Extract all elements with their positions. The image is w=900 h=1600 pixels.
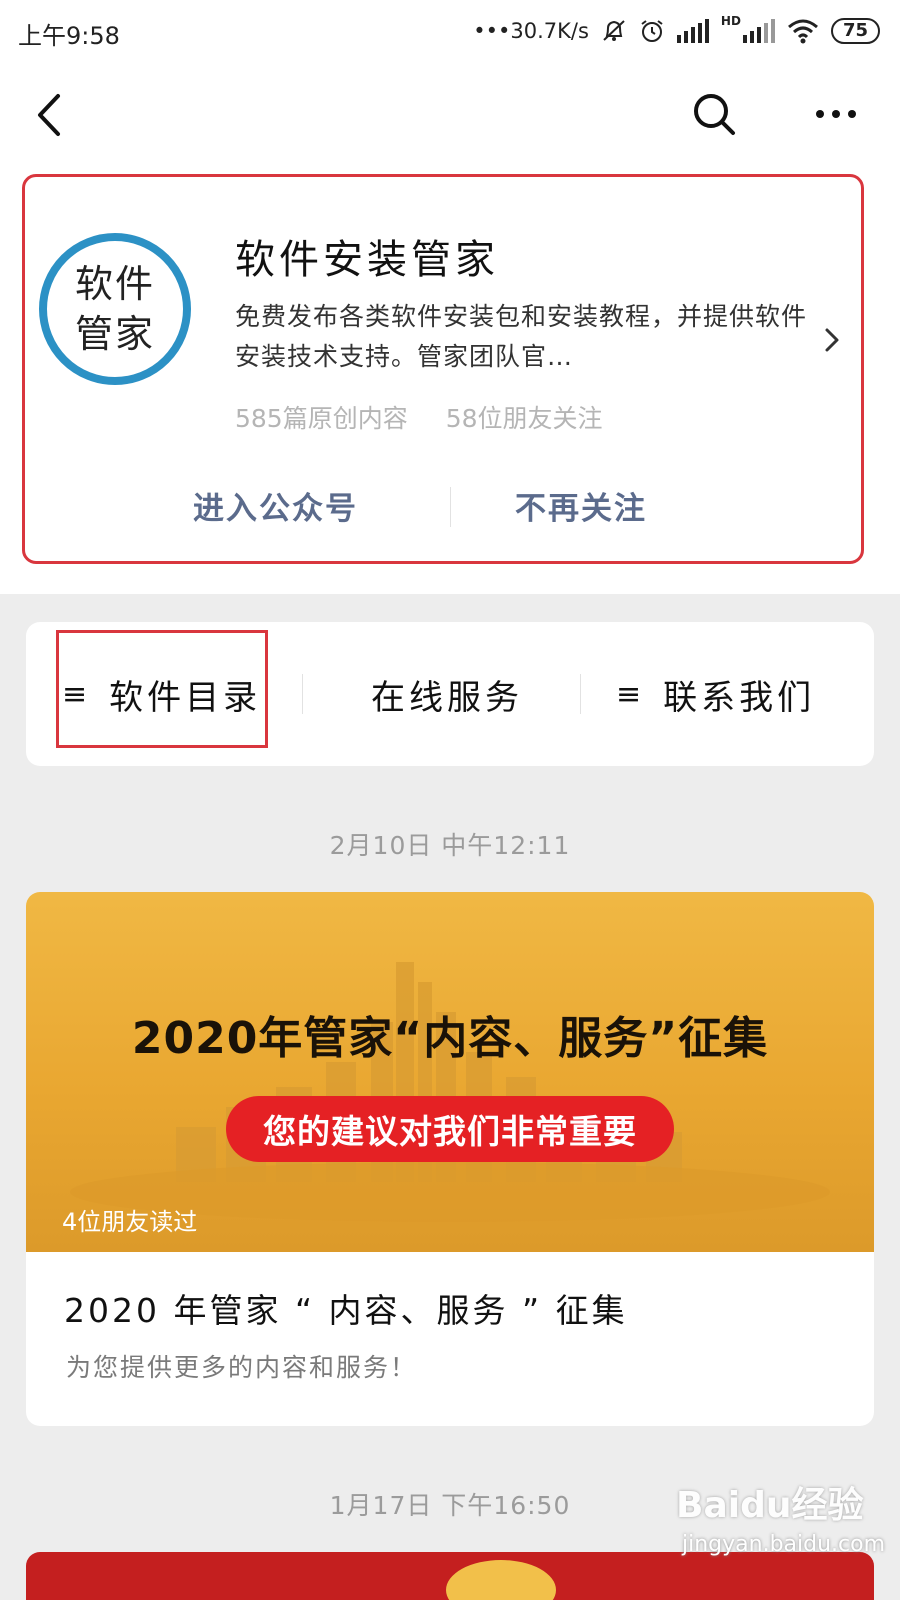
account-menu-bar: ≡ 软件目录 在线服务 ≡ 联系我们 (26, 622, 874, 766)
status-time: 上午9:58 (18, 22, 120, 50)
account-profile-card[interactable]: 软件管家 软件安装管家 免费发布各类软件安装包和安装教程，并提供软件安装技术支持… (22, 174, 864, 564)
cell-signal-2-icon (742, 19, 775, 43)
cover-headline: 2020年管家“内容、服务”征集 (131, 1013, 769, 1064)
status-indicators: •••30.7K/s HD 75 (473, 14, 880, 48)
avatar-text: 软件管家 (74, 262, 155, 356)
menu-item-label: 在线服务 (371, 677, 523, 718)
status-bar: 上午9:58 •••30.7K/s HD 75 (0, 0, 900, 60)
menu-item-label: 联系我们 (663, 677, 816, 718)
cover-decoration (446, 1560, 556, 1600)
article-title[interactable]: 2020 年管家 “ 内容、服务 ” 征集 (64, 1284, 628, 1332)
mute-bell-icon (603, 20, 625, 41)
unfollow-button[interactable]: 不再关注 (515, 483, 647, 528)
search-icon[interactable] (690, 90, 738, 138)
article-summary: 为您提供更多的内容和服务！ (66, 1353, 418, 1382)
battery-indicator: 75 (830, 18, 880, 44)
nav-bar (0, 60, 900, 170)
enter-account-button[interactable]: 进入公众号 (193, 483, 358, 528)
menu-divider (302, 674, 303, 714)
city-skyline-image (70, 962, 830, 1222)
message-timestamp: 2月10日 中午12:11 (329, 831, 571, 860)
network-speed: •••30.7K/s (473, 19, 589, 43)
wifi-icon (787, 19, 818, 44)
baidu-watermark: Baidu经验 jingyan.baidu.com (676, 1476, 886, 1572)
menu-item-contact-us[interactable]: ≡ 联系我们 (616, 622, 815, 766)
hd-label: HD (720, 14, 741, 28)
chevron-right-icon[interactable] (820, 325, 844, 355)
highlight-annotation-box (56, 630, 268, 748)
account-header: 软件管家 软件安装管家 免费发布各类软件安装包和安装教程，并提供软件安装技术支持… (0, 170, 900, 594)
back-arrow-icon[interactable] (30, 90, 70, 140)
friends-read-count: 4位朋友读过 (62, 1208, 198, 1236)
cell-signal-icon (676, 19, 709, 43)
action-divider (450, 487, 451, 527)
original-content-count: 585篇原创内容 (235, 404, 408, 433)
account-description: 免费发布各类软件安装包和安装教程，并提供软件安装技术支持。管家团队官… (235, 302, 808, 371)
alarm-icon (641, 20, 663, 42)
watermark-url: jingyan.baidu.com (682, 1532, 886, 1557)
cover-tagline-pill: 您的建议对我们非常重要 (226, 1096, 674, 1162)
more-icon[interactable] (812, 90, 860, 138)
watermark-logo: Baidu经验 (676, 1485, 864, 1526)
account-name: 软件安装管家 (235, 237, 499, 283)
menu-list-icon: ≡ (616, 676, 646, 712)
menu-item-online-service[interactable]: 在线服务 (371, 622, 523, 766)
friends-following-count: 58位朋友关注 (445, 404, 603, 433)
article-cover-image: 2020年管家“内容、服务”征集 您的建议对我们非常重要 4位朋友读过 (26, 892, 874, 1252)
article-card[interactable]: 2020年管家“内容、服务”征集 您的建议对我们非常重要 4位朋友读过 2020… (26, 892, 874, 1426)
account-stats: 585篇原创内容 58位朋友关注 (235, 399, 603, 435)
avatar: 软件管家 (39, 233, 191, 385)
menu-divider (580, 674, 581, 714)
